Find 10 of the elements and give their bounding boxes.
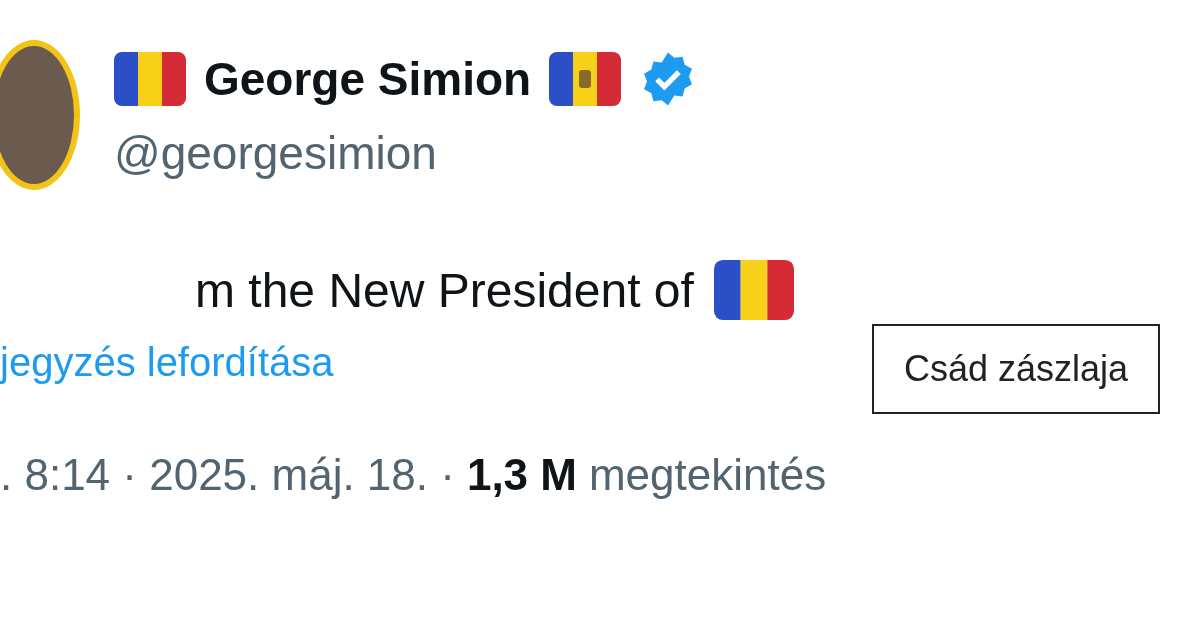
author-handle[interactable]: @georgesimion [114, 126, 698, 180]
tweet-text: m the New President of [195, 262, 694, 318]
emblem-flag-icon [549, 52, 622, 106]
views-count: 1,3 M [466, 450, 577, 500]
flag-emoji-icon [713, 260, 794, 320]
timestamp[interactable]: . 8:14 · 2025. máj. 18. · [0, 450, 455, 500]
author-name[interactable]: George Simion [204, 52, 532, 106]
tricolor-flag-icon [114, 52, 186, 106]
views-label: megtekintés [588, 450, 827, 500]
tooltip: Csád zászlaja [871, 324, 1160, 414]
